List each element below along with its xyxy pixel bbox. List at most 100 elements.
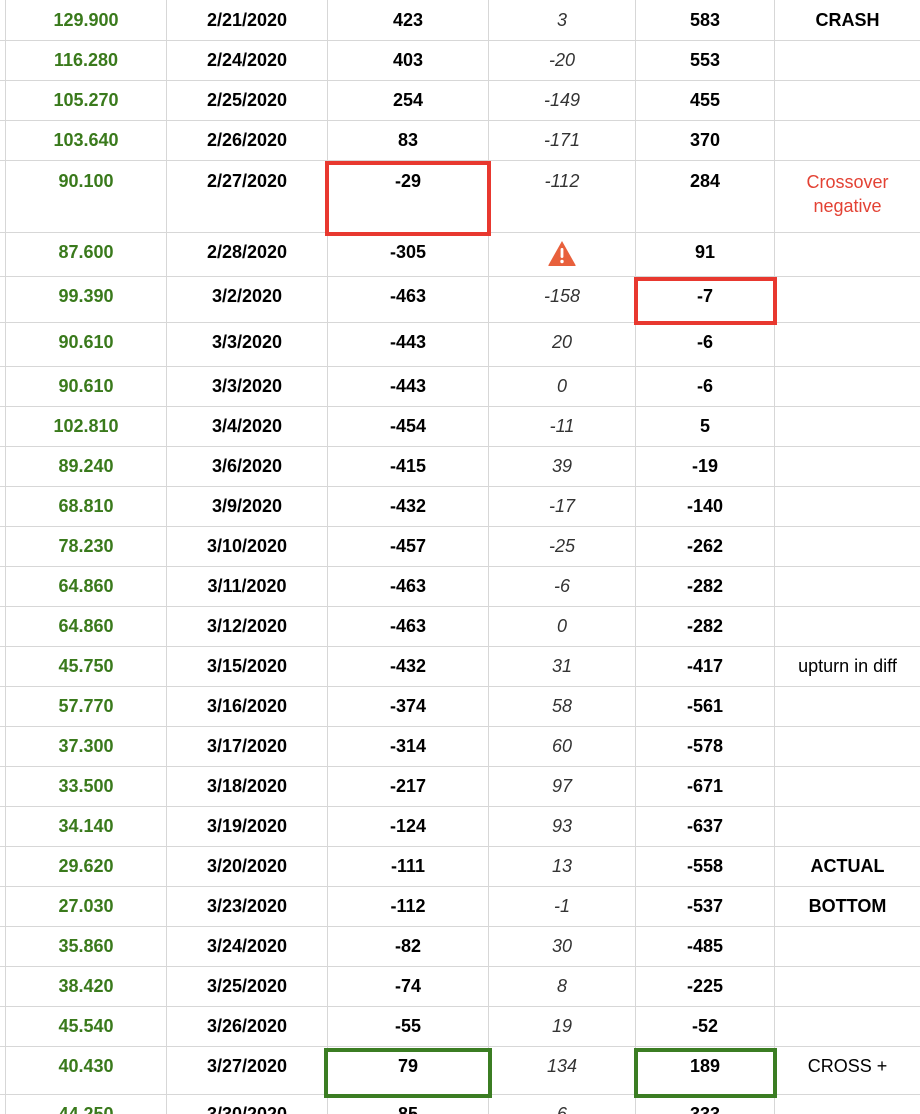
cell-c4[interactable]: 93 — [489, 806, 636, 846]
cell-c4[interactable]: 58 — [489, 686, 636, 726]
cell-c2[interactable]: 3/16/2020 — [167, 686, 328, 726]
cell-c1[interactable]: 103.640 — [6, 120, 167, 160]
cell-c2[interactable]: 3/10/2020 — [167, 526, 328, 566]
cell-c5[interactable]: 553 — [636, 40, 775, 80]
cell-c1[interactable]: 105.270 — [6, 80, 167, 120]
cell-c6[interactable] — [775, 686, 920, 726]
cell-c2[interactable]: 3/24/2020 — [167, 926, 328, 966]
cell-c3[interactable]: -454 — [328, 406, 489, 446]
cell-c3[interactable]: -443 — [328, 322, 489, 366]
cell-c4[interactable]: 20 — [489, 322, 636, 366]
cell-c5[interactable]: 284 — [636, 160, 775, 232]
cell-c5[interactable]: -578 — [636, 726, 775, 766]
cell-c3[interactable]: 423 — [328, 0, 489, 40]
cell-c6[interactable] — [775, 366, 920, 406]
cell-c4[interactable]: 31 — [489, 646, 636, 686]
cell-c1[interactable]: 99.390 — [6, 276, 167, 322]
cell-c4[interactable]: -17 — [489, 486, 636, 526]
cell-c2[interactable]: 2/21/2020 — [167, 0, 328, 40]
cell-c3[interactable]: -55 — [328, 1006, 489, 1046]
cell-c4[interactable]: 19 — [489, 1006, 636, 1046]
cell-c4[interactable]: -149 — [489, 80, 636, 120]
cell-c5[interactable]: 333 — [636, 1094, 775, 1114]
cell-c1[interactable]: 29.620 — [6, 846, 167, 886]
cell-c5[interactable]: -262 — [636, 526, 775, 566]
cell-c2[interactable]: 3/3/2020 — [167, 322, 328, 366]
cell-c3[interactable]: -374 — [328, 686, 489, 726]
cell-c2[interactable]: 3/11/2020 — [167, 566, 328, 606]
cell-c2[interactable]: 3/18/2020 — [167, 766, 328, 806]
cell-c1[interactable]: 90.100 — [6, 160, 167, 232]
cell-c5[interactable]: -282 — [636, 566, 775, 606]
cell-c4[interactable]: -11 — [489, 406, 636, 446]
cell-c3[interactable]: -305 — [328, 232, 489, 276]
cell-c5[interactable]: 189 — [636, 1046, 775, 1094]
cell-c1[interactable]: 37.300 — [6, 726, 167, 766]
cell-c6[interactable] — [775, 806, 920, 846]
cell-c3[interactable]: 403 — [328, 40, 489, 80]
cell-c1[interactable]: 116.280 — [6, 40, 167, 80]
cell-c1[interactable]: 129.900 — [6, 0, 167, 40]
cell-c2[interactable]: 2/25/2020 — [167, 80, 328, 120]
cell-c2[interactable]: 3/15/2020 — [167, 646, 328, 686]
cell-c3[interactable]: -432 — [328, 646, 489, 686]
cell-c6[interactable] — [775, 726, 920, 766]
cell-c3[interactable]: 254 — [328, 80, 489, 120]
cell-c2[interactable]: 3/9/2020 — [167, 486, 328, 526]
cell-c1[interactable]: 68.810 — [6, 486, 167, 526]
cell-c4[interactable]: -6 — [489, 566, 636, 606]
cell-c4[interactable]: 134 — [489, 1046, 636, 1094]
cell-c2[interactable]: 3/6/2020 — [167, 446, 328, 486]
cell-c4[interactable]: -171 — [489, 120, 636, 160]
cell-c4[interactable]: 60 — [489, 726, 636, 766]
cell-c2[interactable]: 3/26/2020 — [167, 1006, 328, 1046]
cell-c2[interactable]: 3/3/2020 — [167, 366, 328, 406]
cell-c1[interactable]: 33.500 — [6, 766, 167, 806]
cell-c5[interactable]: 91 — [636, 232, 775, 276]
cell-c5[interactable]: -140 — [636, 486, 775, 526]
cell-c6[interactable] — [775, 606, 920, 646]
cell-c5[interactable]: 370 — [636, 120, 775, 160]
cell-c2[interactable]: 2/28/2020 — [167, 232, 328, 276]
cell-c1[interactable]: 102.810 — [6, 406, 167, 446]
cell-c6[interactable] — [775, 322, 920, 366]
cell-c6[interactable] — [775, 1094, 920, 1114]
cell-c5[interactable]: -52 — [636, 1006, 775, 1046]
cell-c3[interactable]: 83 — [328, 120, 489, 160]
cell-c1[interactable]: 45.750 — [6, 646, 167, 686]
cell-c2[interactable]: 3/25/2020 — [167, 966, 328, 1006]
cell-c3[interactable]: -124 — [328, 806, 489, 846]
cell-c6[interactable]: upturn in diff — [775, 646, 920, 686]
cell-c4[interactable]: 13 — [489, 846, 636, 886]
cell-c3[interactable]: -443 — [328, 366, 489, 406]
cell-c5[interactable]: -282 — [636, 606, 775, 646]
cell-c4[interactable]: -1 — [489, 886, 636, 926]
cell-c1[interactable]: 35.860 — [6, 926, 167, 966]
cell-c2[interactable]: 2/26/2020 — [167, 120, 328, 160]
cell-c3[interactable]: -463 — [328, 606, 489, 646]
cell-c6[interactable]: ACTUAL — [775, 846, 920, 886]
cell-c5[interactable]: 455 — [636, 80, 775, 120]
cell-c3[interactable]: 79 — [328, 1046, 489, 1094]
cell-c3[interactable]: -82 — [328, 926, 489, 966]
cell-c5[interactable]: -485 — [636, 926, 775, 966]
cell-c4[interactable]: 97 — [489, 766, 636, 806]
cell-c6[interactable]: BOTTOM — [775, 886, 920, 926]
cell-c3[interactable]: -457 — [328, 526, 489, 566]
cell-c3[interactable]: 85 — [328, 1094, 489, 1114]
cell-c6[interactable] — [775, 40, 920, 80]
cell-c6[interactable] — [775, 566, 920, 606]
cell-c1[interactable]: 44.250 — [6, 1094, 167, 1114]
cell-c6[interactable] — [775, 526, 920, 566]
cell-c1[interactable]: 40.430 — [6, 1046, 167, 1094]
cell-c6[interactable] — [775, 276, 920, 322]
cell-c6[interactable]: Crossover negative — [775, 160, 920, 232]
cell-c5[interactable]: -19 — [636, 446, 775, 486]
cell-c2[interactable]: 3/17/2020 — [167, 726, 328, 766]
cell-c1[interactable]: 64.860 — [6, 606, 167, 646]
cell-c1[interactable]: 64.860 — [6, 566, 167, 606]
cell-c3[interactable]: -217 — [328, 766, 489, 806]
cell-c5[interactable]: -6 — [636, 366, 775, 406]
cell-c5[interactable]: -537 — [636, 886, 775, 926]
cell-c5[interactable]: -7 — [636, 276, 775, 322]
